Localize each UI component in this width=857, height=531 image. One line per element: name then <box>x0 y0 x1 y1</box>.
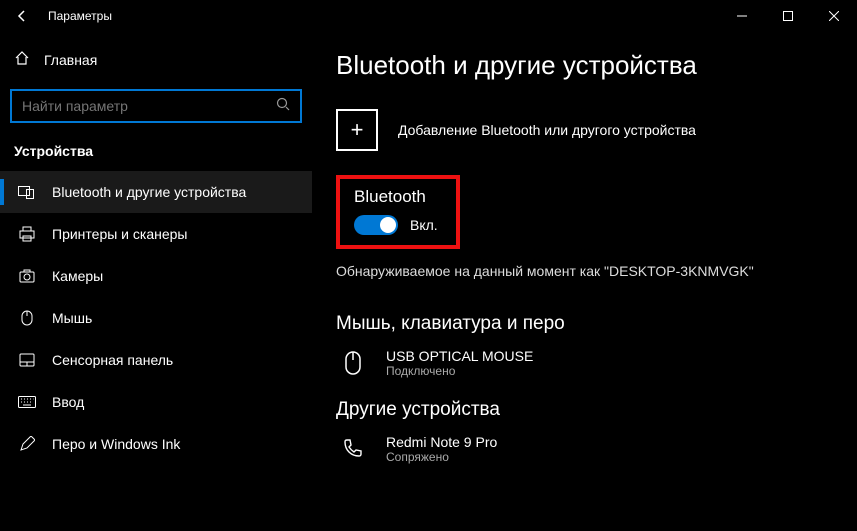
sidebar-item-label: Ввод <box>52 394 84 410</box>
pen-icon <box>18 435 36 453</box>
sidebar-item-mouse[interactable]: Мышь <box>0 297 312 339</box>
device-name: Redmi Note 9 Pro <box>386 434 497 450</box>
printer-icon <box>18 225 36 243</box>
sidebar-item-label: Мышь <box>52 310 92 326</box>
home-label: Главная <box>44 52 97 68</box>
discoverable-text: Обнаруживаемое на данный момент как "DES… <box>336 263 857 279</box>
page-title: Bluetooth и другие устройства <box>336 50 857 81</box>
sidebar-item-label: Камеры <box>52 268 103 284</box>
window-title: Параметры <box>48 9 112 23</box>
device-item-mouse[interactable]: USB OPTICAL MOUSE Подключено <box>336 345 857 381</box>
main-content: Bluetooth и другие устройства + Добавлен… <box>312 32 857 531</box>
keyboard-icon <box>18 393 36 411</box>
section-other-devices: Другие устройства <box>336 399 857 421</box>
camera-icon <box>18 267 36 285</box>
sidebar-item-bluetooth[interactable]: Bluetooth и другие устройства <box>0 171 312 213</box>
sidebar-item-typing[interactable]: Ввод <box>0 381 312 423</box>
devices-icon <box>18 183 36 201</box>
sidebar-item-pen[interactable]: Перо и Windows Ink <box>0 423 312 465</box>
bluetooth-toggle[interactable] <box>354 215 398 235</box>
mouse-icon <box>18 309 36 327</box>
mouse-device-icon <box>340 345 366 381</box>
back-button[interactable] <box>14 8 30 24</box>
search-icon <box>276 97 290 116</box>
add-device-button[interactable]: + Добавление Bluetooth или другого устро… <box>336 109 857 151</box>
window-controls <box>719 0 857 32</box>
touchpad-icon <box>18 351 36 369</box>
close-button[interactable] <box>811 0 857 32</box>
phone-device-icon <box>340 431 366 467</box>
minimize-button[interactable] <box>719 0 765 32</box>
device-status: Подключено <box>386 364 533 378</box>
sidebar-item-touchpad[interactable]: Сенсорная панель <box>0 339 312 381</box>
maximize-button[interactable] <box>765 0 811 32</box>
search-input[interactable] <box>22 98 276 114</box>
sidebar-item-label: Сенсорная панель <box>52 352 173 368</box>
bluetooth-label: Bluetooth <box>354 187 438 207</box>
bluetooth-highlight: Bluetooth Вкл. <box>336 175 460 249</box>
sidebar-item-label: Принтеры и сканеры <box>52 226 187 242</box>
section-mouse-keyboard: Мышь, клавиатура и перо <box>336 313 857 335</box>
section-title: Устройства <box>0 133 312 167</box>
search-box[interactable] <box>10 89 302 123</box>
home-icon <box>14 50 30 69</box>
sidebar-item-printers[interactable]: Принтеры и сканеры <box>0 213 312 255</box>
sidebar-item-label: Перо и Windows Ink <box>52 436 180 452</box>
toggle-state-text: Вкл. <box>410 217 438 233</box>
home-link[interactable]: Главная <box>0 42 312 77</box>
sidebar-item-label: Bluetooth и другие устройства <box>52 184 246 200</box>
add-device-label: Добавление Bluetooth или другого устройс… <box>398 122 696 138</box>
titlebar: Параметры <box>0 0 857 32</box>
device-item-phone[interactable]: Redmi Note 9 Pro Сопряжено <box>336 431 857 467</box>
device-name: USB OPTICAL MOUSE <box>386 348 533 364</box>
plus-icon: + <box>336 109 378 151</box>
sidebar: Главная Устройства Bluetooth и другие ус… <box>0 32 312 531</box>
sidebar-item-cameras[interactable]: Камеры <box>0 255 312 297</box>
device-status: Сопряжено <box>386 450 497 464</box>
toggle-knob <box>380 217 396 233</box>
